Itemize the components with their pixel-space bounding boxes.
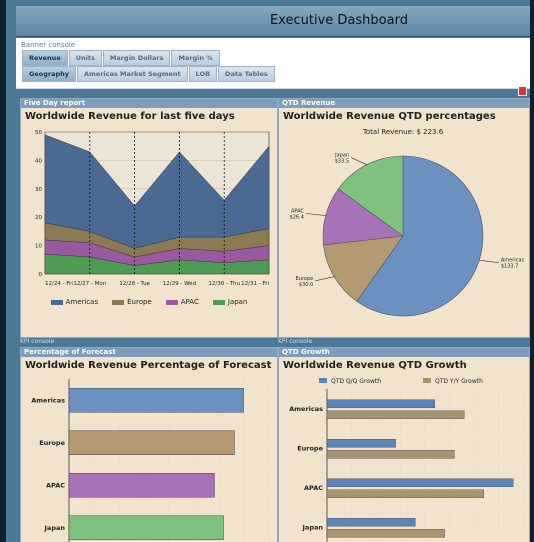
category-label: APAC xyxy=(304,484,323,492)
bar-qtd-y-y-growth xyxy=(326,410,465,419)
legend-swatch xyxy=(423,378,431,383)
slice-label: $33.5 xyxy=(335,159,349,165)
forecast-panel: Percentage of Forecast Worldwide Revenue… xyxy=(20,347,278,542)
page-title: Executive Dashboard xyxy=(270,13,408,28)
category-label: Japan xyxy=(44,524,66,532)
x-tick-label: 12/27 - Mon xyxy=(73,281,106,287)
legend-item-japan: Japan xyxy=(212,298,248,306)
panel-header[interactable]: QTD Growth xyxy=(279,348,529,357)
legend-item-apac: APAC xyxy=(165,298,199,306)
x-tick-label: 12/30 - Thu xyxy=(208,281,240,287)
x-tick-label: 12/29 - Wed xyxy=(163,281,196,287)
bar-qtd-q-q-growth xyxy=(326,478,514,487)
tab-revenue[interactable]: Revenue xyxy=(22,50,68,66)
total-revenue-label: Total Revenue: $ 223.6 xyxy=(362,128,444,136)
y-tick-label: 50 xyxy=(35,130,42,136)
kpi-console-label: KPI console xyxy=(20,338,55,345)
leader-line xyxy=(315,276,335,282)
forecast-bar-chart: Americas Europe APAC Japan xyxy=(31,379,270,542)
leader-line xyxy=(305,213,326,216)
legend-swatch xyxy=(212,299,225,305)
chart-title: Worldwide Revenue Percentage of Forecast xyxy=(25,360,272,371)
slice-label: $30.0 xyxy=(299,282,313,288)
kpi-console-label: KPI console xyxy=(278,338,313,345)
qtd-revenue-panel: QTD Revenue Worldwide Revenue QTD percen… xyxy=(278,98,530,338)
category-label: Americas xyxy=(31,396,65,404)
tab-data-tables[interactable]: Data Tables xyxy=(218,66,275,82)
category-label: Europe xyxy=(39,439,65,447)
y-tick-label: 30 xyxy=(35,187,42,193)
pie-chart: Total Revenue: $ 223.6Americas$133.7Euro… xyxy=(290,128,524,317)
x-tick-label: 12/24 - Fri xyxy=(45,281,73,287)
legend-label: QTD Q/Q Growth xyxy=(331,378,381,385)
y-tick-label: 20 xyxy=(35,215,42,221)
category-label: Europe xyxy=(297,444,323,452)
bar-japan xyxy=(68,515,224,540)
y-tick-label: 40 xyxy=(35,158,42,164)
legend-label: Europe xyxy=(127,298,152,306)
slice-label: $133.7 xyxy=(501,264,518,270)
area-chart: 0 10 20 30 40 50 12/24 - Fri 12/27 - Mon 12/28 -… xyxy=(35,130,269,287)
metric-tabs: Revenue Units Margin Dollars Margin % xyxy=(22,50,221,66)
banner-label: Banner console xyxy=(21,41,76,49)
bar-qtd-q-q-growth xyxy=(326,518,416,527)
bar-qtd-y-y-growth xyxy=(326,450,455,459)
banner-console: Banner console Revenue Units Margin Dollar… xyxy=(16,38,530,89)
qtd-growth-panel: QTD Growth Worldwide Revenue QTD Growth … xyxy=(278,347,530,542)
bar-qtd-y-y-growth xyxy=(326,489,485,498)
legend-label: Americas xyxy=(65,298,99,306)
bar-americas xyxy=(68,388,244,413)
bar-europe xyxy=(68,430,235,455)
tab-lob[interactable]: LOB xyxy=(188,66,218,82)
slice-label: $26.4 xyxy=(290,215,304,221)
pdf-export-icon[interactable] xyxy=(518,86,527,96)
legend-swatch xyxy=(165,299,178,305)
bar-qtd-q-q-growth xyxy=(326,439,396,448)
x-tick-label: 12/31 - Fri xyxy=(241,281,269,287)
tab-margin-dollars[interactable]: Margin Dollars xyxy=(102,50,171,66)
app-header: Executive Dashboard xyxy=(16,6,530,37)
bar-apac xyxy=(68,473,215,498)
legend-item-americas: Americas xyxy=(50,298,99,306)
leader-line xyxy=(479,259,499,263)
panel-header[interactable]: QTD Revenue xyxy=(279,99,529,108)
tab-margin-[interactable]: Margin % xyxy=(171,50,220,66)
chart-legend: Americas Europe APAC Japan xyxy=(21,298,277,306)
growth-bar-chart: QTD Q/Q Growth QTD Y/Y Growth Americas Euro… xyxy=(289,378,524,542)
chart-title: Worldwide Revenue QTD Growth xyxy=(283,360,467,371)
legend-swatch xyxy=(50,299,63,305)
tab-geography[interactable]: Geography xyxy=(22,66,76,82)
legend-swatch xyxy=(319,378,327,383)
legend-label: QTD Y/Y Growth xyxy=(435,378,483,385)
leader-line xyxy=(350,157,367,165)
legend-label: Japan xyxy=(227,298,248,306)
y-tick-label: 10 xyxy=(35,244,42,250)
y-tick-label: 0 xyxy=(39,272,43,278)
growth-bars: Americas Europe APAC Japan xyxy=(289,389,524,542)
brand-logo xyxy=(28,16,168,30)
bar-qtd-y-y-growth xyxy=(326,529,445,538)
chart-title: Worldwide Revenue QTD percentages xyxy=(283,111,496,122)
view-tabs: Geography Americas Market Segment LOB Data … xyxy=(22,66,276,82)
legend-swatch xyxy=(112,299,125,305)
chart-title: Worldwide Revenue for last five days xyxy=(25,111,235,122)
legend-label: APAC xyxy=(180,298,199,306)
panel-header[interactable]: Percentage of Forecast xyxy=(21,348,277,357)
tab-units[interactable]: Units xyxy=(68,50,102,66)
x-tick-label: 12/28 - Tue xyxy=(119,281,150,287)
category-label: APAC xyxy=(46,481,65,489)
tab-americas-market-segment[interactable]: Americas Market Segment xyxy=(76,66,188,82)
category-label: Japan xyxy=(302,523,324,531)
category-label: Americas xyxy=(289,405,323,413)
legend-item-europe: Europe xyxy=(112,298,152,306)
bar-qtd-q-q-growth xyxy=(326,399,436,408)
panel-header[interactable]: Five Day report xyxy=(21,99,277,108)
five-day-panel: Five Day report Worldwide Revenue for la… xyxy=(20,98,278,338)
dashboard-window: Executive Dashboard Banner console Reven… xyxy=(6,0,530,542)
